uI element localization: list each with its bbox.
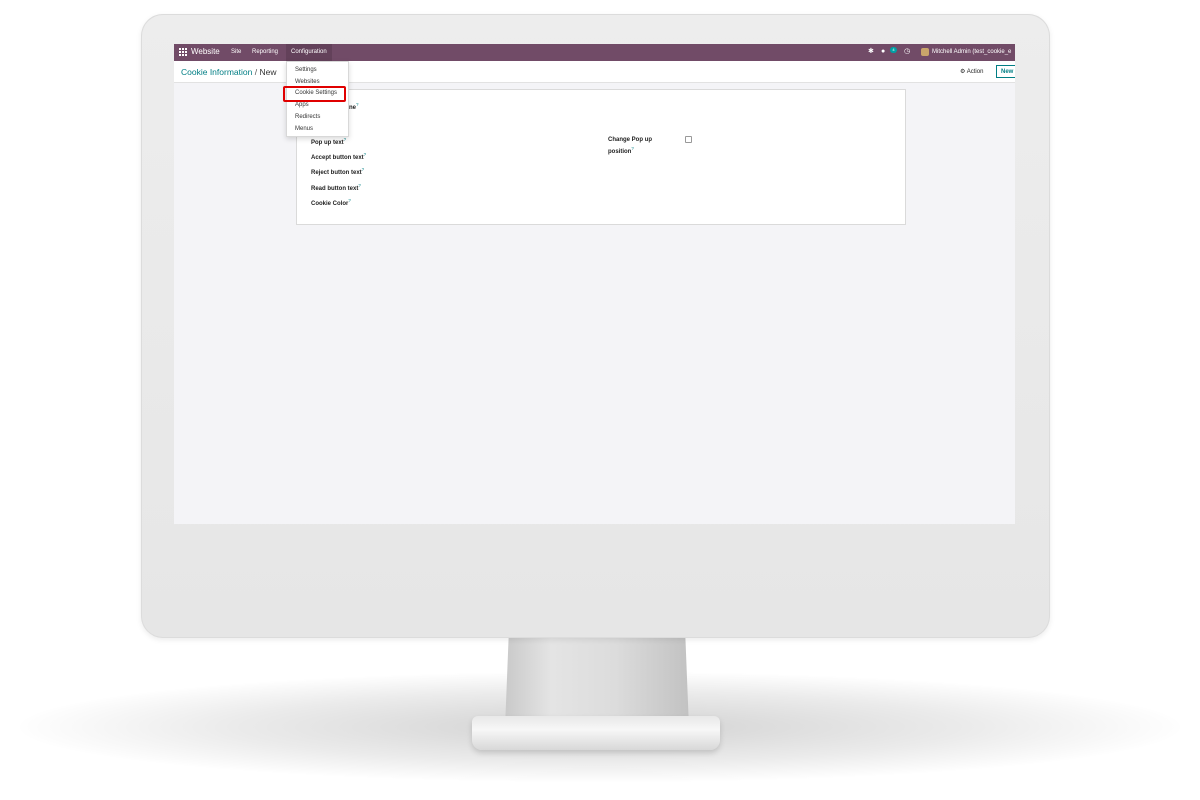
cookie-color-label: Cookie Color?	[311, 198, 351, 207]
clock-icon[interactable]: ◷	[904, 48, 910, 56]
top-navbar: Website Site Reporting Configuration ✱ ●…	[174, 44, 1015, 61]
action-button[interactable]: ⚙ Action	[960, 68, 983, 75]
gear-icon: ⚙	[960, 69, 966, 75]
screen: Website Site Reporting Configuration ✱ ●…	[174, 44, 1015, 524]
change-pop-up-label-line2: position?	[608, 146, 634, 155]
breadcrumb: Cookie Information / New	[181, 67, 276, 77]
dropdown-item-menus[interactable]: Menus	[295, 126, 313, 132]
dropdown-item-redirects[interactable]: Redirects	[295, 114, 320, 120]
dropdown-item-settings[interactable]: Settings	[295, 67, 317, 73]
highlight-box	[283, 86, 346, 102]
chat-icon[interactable]: ●	[881, 48, 885, 56]
form-sheet: ne? Pop up text? Accept button text? Rej…	[296, 89, 906, 225]
menu-configuration[interactable]: Configuration	[286, 44, 332, 61]
avatar[interactable]	[921, 48, 929, 56]
monitor-stand-base	[472, 716, 720, 750]
name-field-label: ne?	[349, 102, 359, 111]
apps-grid-icon[interactable]	[179, 48, 187, 56]
menu-site[interactable]: Site	[231, 49, 241, 55]
monitor-stand-neck	[505, 636, 689, 728]
breadcrumb-separator: /	[254, 67, 258, 77]
read-button-text-label: Read button text?	[311, 183, 361, 192]
breadcrumb-current: New	[259, 67, 277, 77]
user-menu[interactable]: Mitchell Admin (test_cookie_e	[932, 49, 1011, 55]
accept-button-text-label: Accept button text?	[311, 152, 367, 161]
pop-up-text-label: Pop up text?	[311, 137, 347, 146]
new-button[interactable]: New	[996, 65, 1015, 78]
app-brand[interactable]: Website	[191, 47, 220, 56]
action-label: Action	[966, 69, 984, 75]
change-pop-up-label-line1: Change Pop up	[608, 137, 652, 143]
breadcrumb-parent[interactable]: Cookie Information	[181, 67, 252, 77]
dropdown-item-apps[interactable]: Apps	[295, 102, 309, 108]
reject-button-text-label: Reject button text?	[311, 167, 365, 176]
dropdown-item-websites[interactable]: Websites	[295, 79, 320, 85]
menu-reporting[interactable]: Reporting	[252, 49, 278, 55]
bug-icon[interactable]: ✱	[868, 48, 874, 56]
chat-badge: 4	[890, 47, 897, 53]
change-position-checkbox[interactable]	[685, 136, 692, 143]
